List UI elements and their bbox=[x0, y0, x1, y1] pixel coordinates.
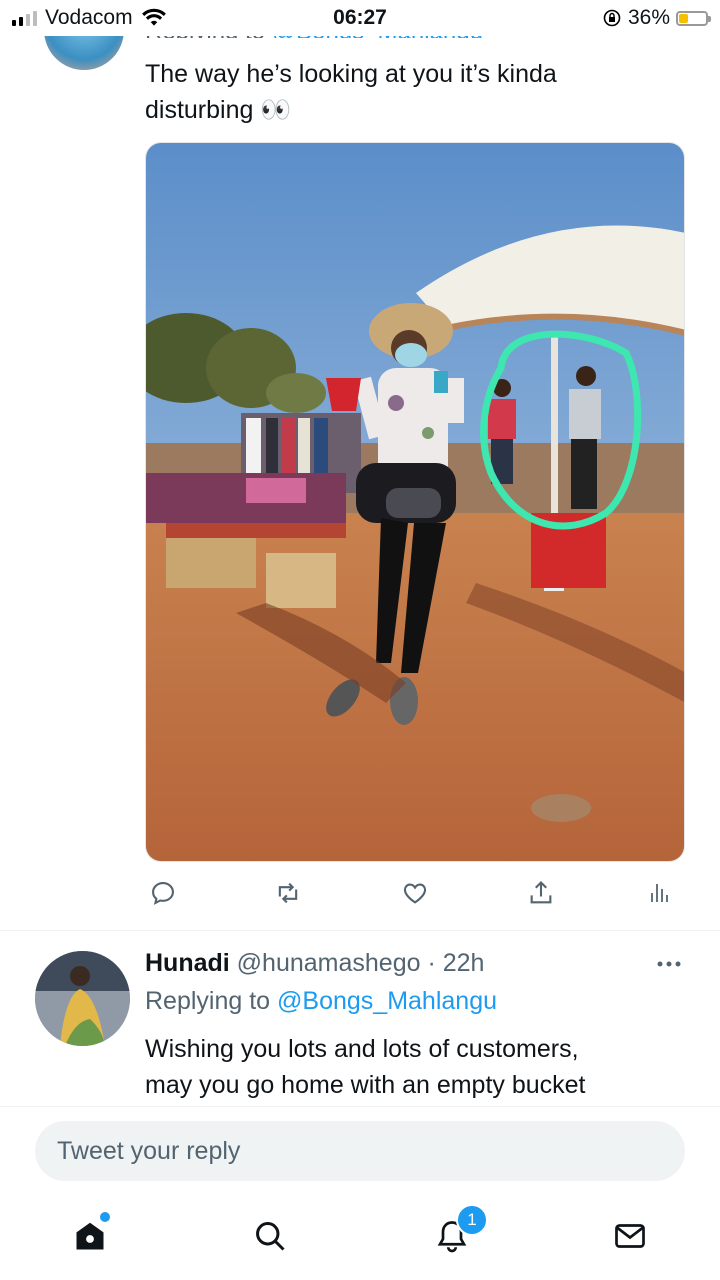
status-left: Vodacom bbox=[0, 6, 167, 30]
tweet-reply-2[interactable]: Hunadi @hunamashego · 22h Replying to @B… bbox=[0, 931, 720, 1107]
tweet-text: Wishing you lots and lots of customers, … bbox=[145, 1031, 685, 1103]
tab-home[interactable] bbox=[70, 1212, 110, 1256]
new-content-dot bbox=[100, 1212, 110, 1222]
tweet-text: The way he’s looking at you it’s kinda d… bbox=[145, 56, 665, 128]
tweet-text-line: disturbing 👀 bbox=[145, 96, 292, 124]
battery-percent: 36% bbox=[627, 6, 670, 29]
notifications-badge: 1 bbox=[456, 1204, 488, 1236]
replying-to-label: Replying to bbox=[145, 987, 278, 1015]
share-button[interactable] bbox=[523, 875, 559, 911]
tab-notifications[interactable]: 1 bbox=[432, 1204, 488, 1256]
reply-handle-link[interactable]: @Bongs_Mahlangu bbox=[277, 987, 497, 1015]
retweet-button[interactable] bbox=[270, 875, 306, 911]
tweet-reply-1[interactable]: Replying to @Bongs_Mahlangu The way he’s… bbox=[0, 0, 720, 930]
reply-button[interactable] bbox=[145, 875, 181, 911]
battery-level bbox=[679, 13, 689, 23]
author-handle[interactable]: @hunamashego bbox=[237, 949, 421, 977]
home-icon bbox=[76, 1222, 104, 1250]
tweet-reply-input[interactable] bbox=[35, 1121, 685, 1181]
status-right: 36% bbox=[602, 6, 720, 30]
like-button[interactable] bbox=[397, 875, 433, 911]
replying-to-line: Replying to @Bongs_Mahlangu bbox=[145, 987, 497, 1016]
share-icon bbox=[530, 881, 552, 904]
retweet-icon bbox=[278, 882, 298, 904]
tweet-photo[interactable] bbox=[145, 142, 685, 862]
status-bar: Vodacom 06:27 36% bbox=[0, 0, 720, 36]
wifi-icon bbox=[141, 8, 166, 26]
lock-rotation-icon bbox=[603, 9, 621, 27]
like-icon bbox=[403, 883, 427, 904]
tab-search[interactable] bbox=[250, 1216, 290, 1256]
meta-separator: · bbox=[427, 949, 436, 977]
avatar[interactable] bbox=[35, 951, 130, 1046]
tweet-text-line: Wishing you lots and lots of customers, bbox=[145, 1035, 579, 1063]
reply-icon bbox=[152, 882, 174, 905]
signal-icon bbox=[12, 10, 37, 26]
tweet-text-line: may you go home with an empty bucket bbox=[145, 1071, 586, 1099]
tweet-actions bbox=[145, 875, 685, 911]
battery-icon bbox=[676, 10, 711, 26]
analytics-button[interactable] bbox=[641, 875, 677, 911]
messages-icon bbox=[615, 1224, 645, 1248]
search-icon bbox=[256, 1222, 285, 1251]
analytics-icon bbox=[651, 884, 668, 902]
bottom-tab-bar: 1 bbox=[0, 1196, 720, 1280]
tab-messages[interactable] bbox=[610, 1216, 650, 1256]
more-icon bbox=[657, 961, 681, 967]
tweet-header: Hunadi @hunamashego · 22h bbox=[145, 949, 484, 978]
tweet-timestamp[interactable]: 22h bbox=[443, 949, 485, 977]
more-options-button[interactable] bbox=[656, 955, 682, 973]
author-name[interactable]: Hunadi bbox=[145, 949, 230, 977]
reply-composer-bar bbox=[0, 1106, 720, 1197]
tweet-text-line: The way he’s looking at you it’s kinda bbox=[145, 60, 557, 88]
carrier-name: Vodacom bbox=[45, 6, 133, 29]
